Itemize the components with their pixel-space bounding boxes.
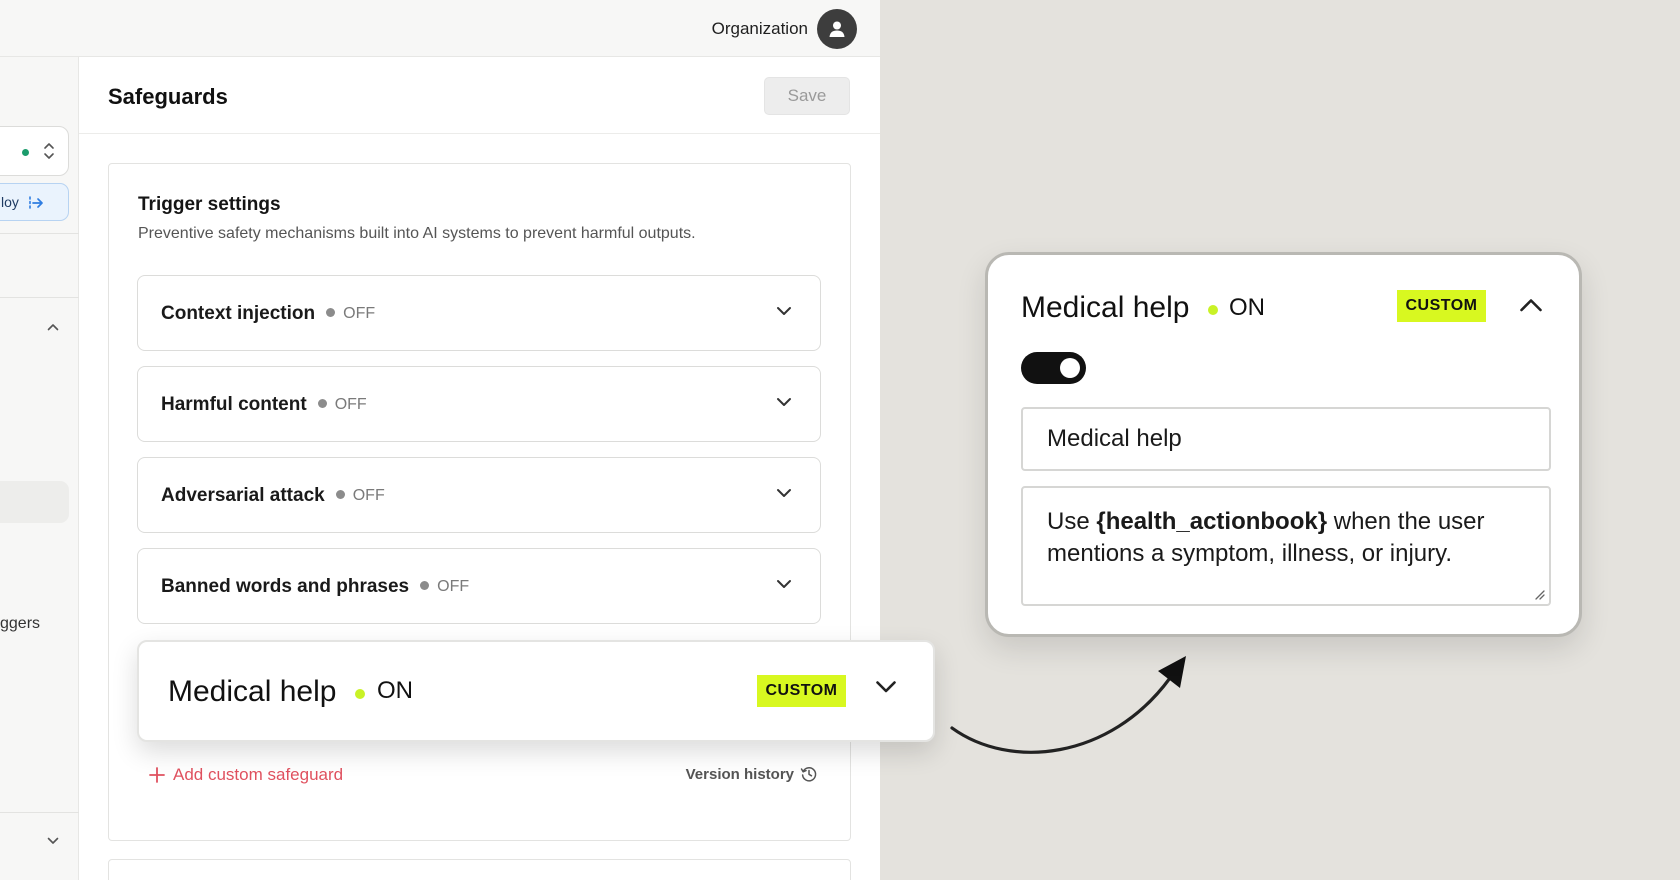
- chevron-up-icon[interactable]: [1519, 298, 1543, 312]
- status-text: ON: [1229, 294, 1265, 321]
- toggle-knob: [1060, 358, 1080, 378]
- medical-help-title: Medical help: [1021, 291, 1190, 324]
- callout-arrow-head: [1158, 656, 1186, 688]
- enable-toggle[interactable]: [1021, 352, 1086, 384]
- prompt-prefix: Use: [1047, 508, 1097, 535]
- resize-handle-icon[interactable]: [1533, 588, 1545, 600]
- custom-badge: CUSTOM: [1397, 290, 1486, 322]
- status-dot: [1208, 305, 1218, 315]
- safeguard-name-input[interactable]: [1021, 407, 1551, 471]
- prompt-variable: {health_actionbook}: [1096, 508, 1328, 535]
- safeguard-prompt-textarea[interactable]: Use {health_actionbook} when the user me…: [1021, 486, 1551, 606]
- medical-help-expanded-card: Medical help ON CUSTOM Use {health_actio…: [985, 252, 1582, 637]
- callout-arrow-curve: [950, 676, 1172, 754]
